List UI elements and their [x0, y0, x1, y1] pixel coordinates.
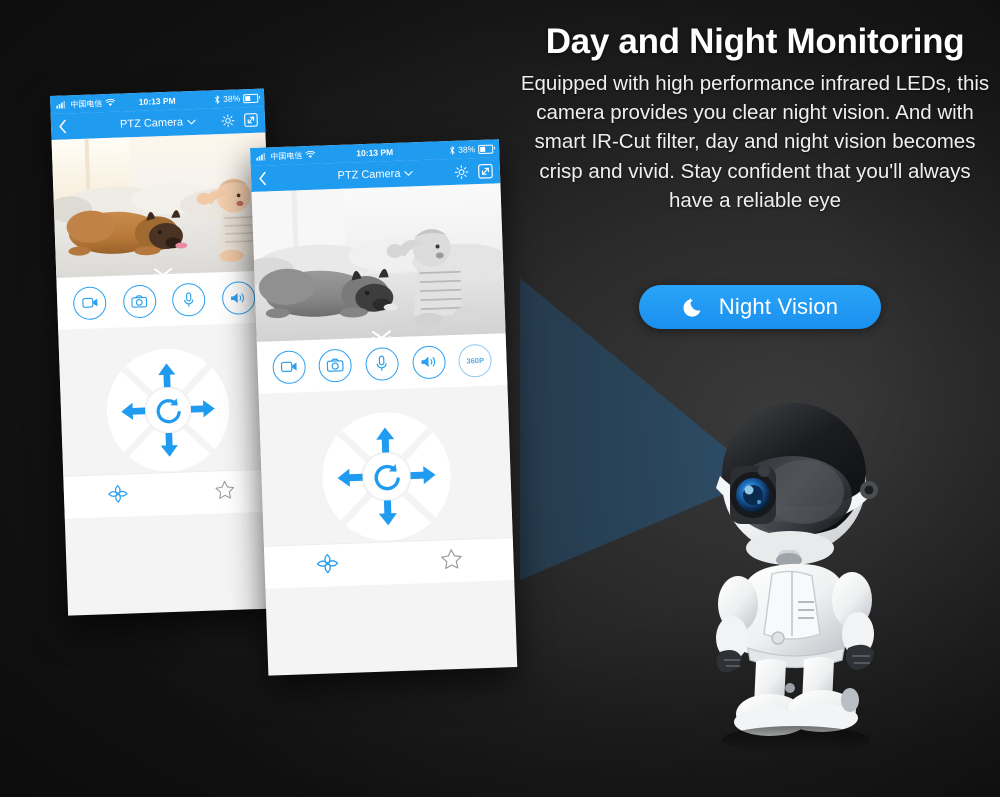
video-feed-day[interactable]	[51, 132, 271, 278]
page-title: Day and Night Monitoring	[545, 22, 965, 61]
star-icon[interactable]	[215, 480, 236, 505]
battery-icon	[478, 144, 494, 154]
speaker-icon[interactable]	[411, 344, 446, 379]
photo-camera-icon[interactable]	[122, 283, 157, 319]
copy-block: Day and Night Monitoring Equipped with h…	[520, 22, 990, 215]
resolution-badge[interactable]: 360P	[458, 343, 493, 378]
video-frame-image	[251, 183, 506, 342]
chevron-down-icon	[404, 171, 414, 177]
phone-mockup-day: 中国电信 10:13 PM 38% PTZ Camera	[50, 88, 283, 616]
phone-mockup-night: 中国电信 10:13 PM 38% PTZ Camera 360P	[250, 139, 518, 676]
page-description: Equipped with high performance infrared …	[520, 72, 990, 212]
ptz-control-area	[58, 322, 278, 476]
gear-icon[interactable]	[454, 164, 470, 180]
media-toolbar	[56, 270, 273, 330]
moon-stars-icon	[683, 298, 701, 317]
bottom-bar	[63, 468, 279, 519]
video-camera-icon[interactable]	[271, 349, 307, 384]
chevron-down-icon	[187, 119, 196, 125]
speaker-icon[interactable]	[221, 280, 256, 315]
video-camera-icon[interactable]	[72, 285, 108, 320]
photo-camera-icon[interactable]	[318, 348, 353, 383]
battery-icon	[243, 93, 259, 103]
bluetooth-icon	[215, 94, 220, 104]
ptz-dpad[interactable]	[319, 409, 453, 543]
night-vision-button[interactable]: Night Vision	[639, 285, 881, 329]
nav-title-label: PTZ Camera	[119, 116, 184, 131]
expand-icon[interactable]	[478, 163, 494, 179]
media-toolbar: 360P	[256, 333, 508, 394]
battery-percent: 38%	[223, 93, 241, 104]
video-feed-night[interactable]	[251, 183, 506, 342]
ptz-cross-icon[interactable]	[107, 483, 130, 509]
bottom-bar	[263, 537, 515, 589]
video-frame-image	[51, 132, 271, 278]
battery-percent: 38%	[457, 144, 476, 155]
robot-camera-product	[716, 402, 878, 754]
star-icon[interactable]	[440, 548, 463, 575]
nav-title-label: PTZ Camera	[337, 167, 401, 182]
promo-banner: 中国电信 10:13 PM 38% PTZ Camera 中国电信 10:13 …	[0, 0, 1000, 797]
ptz-cross-icon[interactable]	[315, 552, 340, 580]
ptz-dpad[interactable]	[104, 346, 232, 474]
microphone-icon[interactable]	[171, 282, 206, 317]
expand-icon[interactable]	[244, 113, 258, 127]
ptz-control-area	[258, 385, 513, 546]
night-vision-label: Night Vision	[718, 294, 839, 319]
gear-icon[interactable]	[221, 114, 235, 128]
microphone-icon[interactable]	[365, 346, 400, 381]
bluetooth-icon	[449, 145, 455, 155]
